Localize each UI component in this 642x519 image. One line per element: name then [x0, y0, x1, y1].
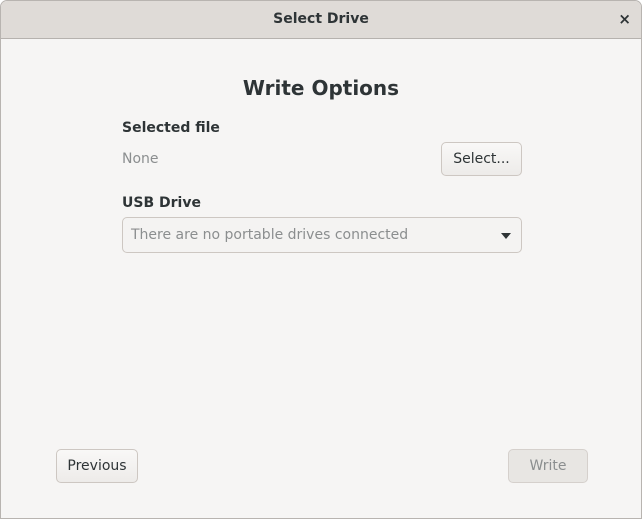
title-bar: Select Drive ×: [1, 1, 641, 39]
window-title: Select Drive: [273, 11, 369, 27]
page-title: Write Options: [242, 76, 400, 100]
selected-file-label: Selected file: [122, 120, 220, 136]
dialog-window: Select Drive × Write Options Selected fi…: [0, 0, 642, 519]
select-file-button[interactable]: Select...: [441, 142, 522, 176]
chevron-down-icon: [501, 233, 511, 239]
write-button[interactable]: Write: [508, 449, 588, 483]
close-icon[interactable]: ×: [618, 1, 631, 38]
selected-file-value: None: [122, 151, 159, 167]
usb-drive-dropdown[interactable]: There are no portable drives connected: [122, 217, 522, 253]
usb-drive-label: USB Drive: [122, 195, 201, 211]
previous-button[interactable]: Previous: [56, 449, 138, 483]
usb-drive-placeholder: There are no portable drives connected: [131, 227, 409, 243]
